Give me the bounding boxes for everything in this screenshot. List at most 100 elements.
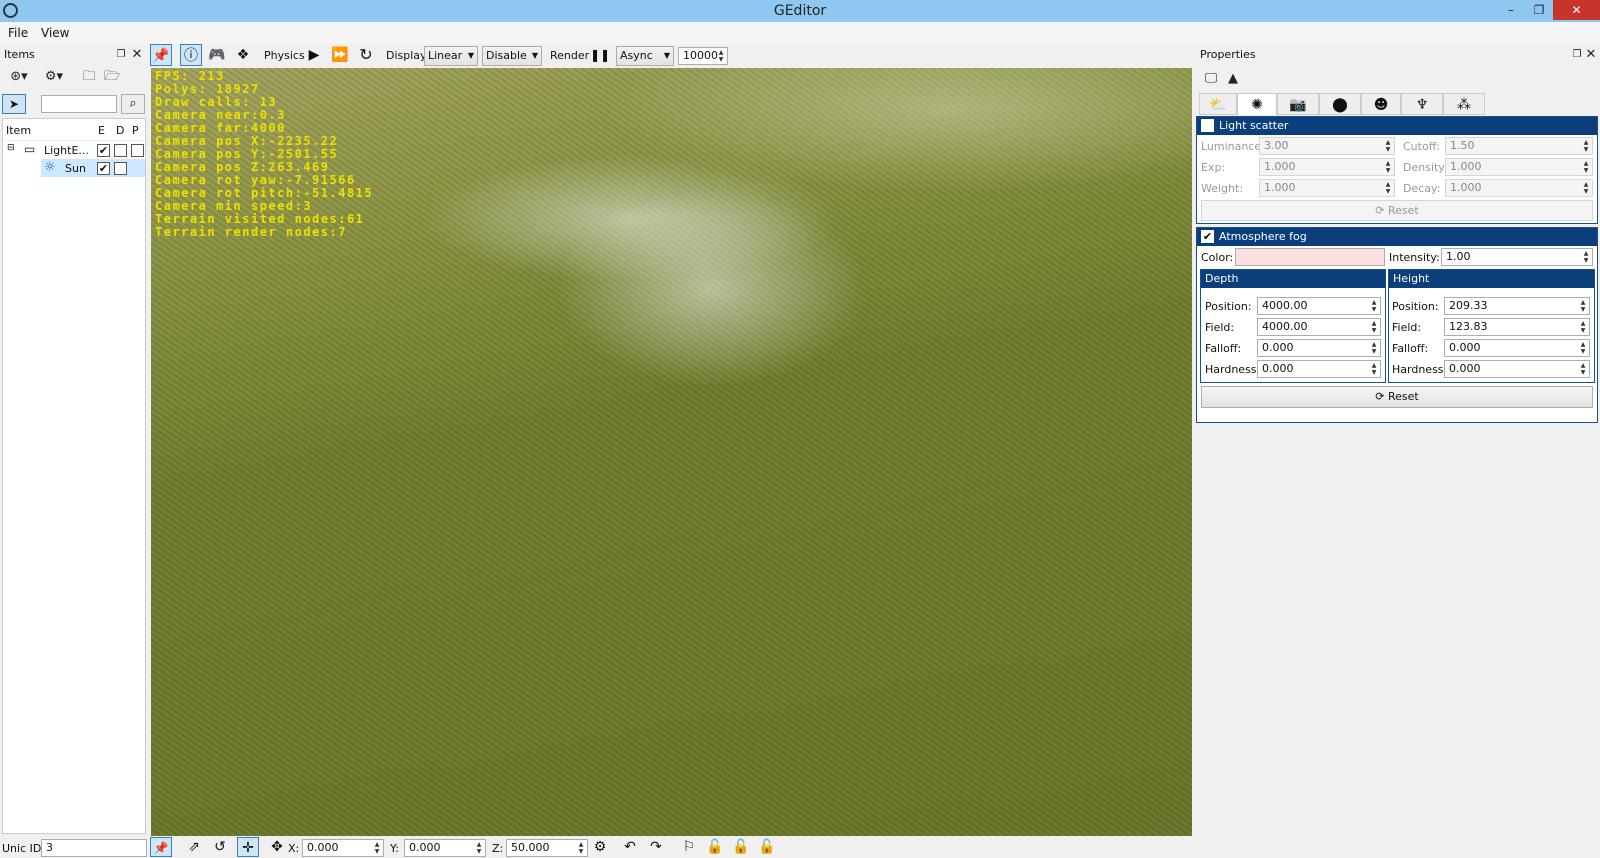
- density-input[interactable]: 1.000 ▲ ▼: [1445, 158, 1593, 176]
- spin-arrows-icon[interactable]: ▲ ▼: [1369, 320, 1379, 334]
- items-search-input[interactable]: [41, 95, 117, 113]
- tab-light-icon[interactable]: ✺: [1237, 93, 1277, 115]
- menu-file[interactable]: File: [8, 26, 28, 40]
- unic-id-input[interactable]: 3: [41, 839, 147, 857]
- light-scatter-checkbox[interactable]: [1201, 119, 1214, 132]
- depth-hardness-input[interactable]: 0.000 ▲ ▼: [1257, 360, 1381, 378]
- depth-position-input[interactable]: 4000.00 ▲ ▼: [1257, 297, 1381, 315]
- spin-arrows-icon[interactable]: ▲ ▼: [1581, 181, 1591, 195]
- tab-particles-icon[interactable]: ⁂: [1443, 93, 1485, 115]
- enabled-checkbox[interactable]: ✔: [97, 162, 110, 175]
- spin-arrows-icon[interactable]: ▲ ▼: [474, 841, 484, 855]
- d-checkbox[interactable]: [114, 162, 127, 175]
- intensity-input[interactable]: 1.00 ▲ ▼: [1441, 248, 1593, 266]
- x-input[interactable]: 0.000 ▲ ▼: [302, 839, 384, 857]
- tree-row[interactable]: ⊟ ▭ LightE... ✔: [3, 141, 145, 159]
- column-p[interactable]: P: [132, 124, 139, 137]
- y-input[interactable]: 0.000 ▲ ▼: [404, 839, 486, 857]
- async-select[interactable]: Async ▼: [616, 46, 674, 66]
- pause-icon[interactable]: ❚❚: [590, 44, 610, 66]
- spin-arrows-icon[interactable]: ▲ ▼: [1369, 341, 1379, 355]
- spin-arrows-icon[interactable]: ▲ ▼: [1581, 250, 1591, 264]
- scene-viewport[interactable]: FPS: 213 Polys: 18927 Draw calls: 13 Cam…: [151, 68, 1192, 836]
- d-checkbox[interactable]: [114, 144, 127, 157]
- column-d[interactable]: D: [116, 124, 124, 137]
- spin-arrows-icon[interactable]: ▲ ▼: [576, 841, 586, 855]
- spin-arrows-icon[interactable]: ▲ ▼: [1383, 139, 1393, 153]
- spin-arrows-icon[interactable]: ▲ ▼: [716, 49, 726, 63]
- float-icon[interactable]: ❐: [1570, 46, 1584, 64]
- height-hardness-input[interactable]: 0.000 ▲ ▼: [1444, 360, 1590, 378]
- add-object-icon[interactable]: ⊛▾: [4, 68, 34, 86]
- minimize-button[interactable]: –: [1497, 0, 1525, 20]
- lock-z-icon[interactable]: 🔓: [758, 837, 776, 857]
- z-input[interactable]: 50.000 ▲ ▼: [506, 839, 588, 857]
- spin-arrows-icon[interactable]: ▲ ▼: [1581, 139, 1591, 153]
- display-mode-select[interactable]: Linear ▼: [424, 46, 478, 66]
- depth-falloff-input[interactable]: 0.000 ▲ ▼: [1257, 339, 1381, 357]
- spin-arrows-icon[interactable]: ▲ ▼: [1383, 181, 1393, 195]
- external-link-icon[interactable]: ⇗: [184, 837, 204, 857]
- spin-arrows-icon[interactable]: ▲ ▼: [1369, 362, 1379, 376]
- restore-button[interactable]: ❐: [1525, 0, 1553, 20]
- move-gizmo-icon[interactable]: ✛: [237, 837, 259, 857]
- decay-input[interactable]: 1.000 ▲ ▼: [1445, 179, 1593, 197]
- gamepad-icon[interactable]: 🎮: [206, 44, 228, 66]
- spin-arrows-icon[interactable]: ▲ ▼: [1578, 362, 1588, 376]
- close-panel-icon[interactable]: ✕: [1584, 46, 1598, 64]
- new-folder-icon[interactable]: 🗁: [103, 68, 121, 86]
- redo-icon[interactable]: ↷: [646, 837, 666, 857]
- lock-x-icon[interactable]: 🔓: [706, 837, 724, 857]
- luminance-input[interactable]: 3.00 ▲ ▼: [1259, 137, 1395, 155]
- p-checkbox[interactable]: [131, 144, 144, 157]
- light-scatter-reset-button[interactable]: ⟳ Reset: [1201, 200, 1593, 221]
- tab-sky-icon[interactable]: ⛅: [1199, 93, 1237, 115]
- tree-row-selected[interactable]: ☼ Sun ✔: [41, 159, 145, 177]
- rotate-icon[interactable]: ↺: [210, 837, 230, 857]
- atmosphere-fog-checkbox[interactable]: ✔: [1201, 230, 1214, 243]
- dropbox-icon[interactable]: ❖: [232, 44, 254, 66]
- spin-arrows-icon[interactable]: ▲ ▼: [1578, 299, 1588, 313]
- info-icon[interactable]: ⓘ: [180, 44, 202, 66]
- select-tool-icon[interactable]: ➤: [2, 94, 26, 114]
- undo-icon[interactable]: ↶: [620, 837, 640, 857]
- spin-arrows-icon[interactable]: ▲ ▼: [1369, 299, 1379, 313]
- spin-arrows-icon[interactable]: ▲ ▼: [1578, 320, 1588, 334]
- depth-field-input[interactable]: 4000.00 ▲ ▼: [1257, 318, 1381, 336]
- open-folder-icon[interactable]: 🗀: [80, 68, 98, 86]
- search-icon[interactable]: ⌕: [121, 94, 145, 114]
- lock-y-icon[interactable]: 🔓: [732, 837, 750, 857]
- height-field-input[interactable]: 123.83 ▲ ▼: [1444, 318, 1590, 336]
- enabled-checkbox[interactable]: ✔: [97, 144, 110, 157]
- tab-mask-icon[interactable]: ☻: [1361, 93, 1401, 115]
- flag-icon[interactable]: ⚐: [680, 837, 698, 857]
- tab-camera-icon[interactable]: 📷: [1277, 93, 1319, 115]
- collapse-icon[interactable]: ⊟: [7, 143, 15, 153]
- settings-gear-icon[interactable]: ⚙: [591, 837, 609, 857]
- close-button[interactable]: ✕: [1553, 0, 1600, 20]
- cutoff-input[interactable]: 1.50 ▲ ▼: [1445, 137, 1593, 155]
- close-panel-icon[interactable]: ✕: [130, 46, 144, 64]
- play-icon[interactable]: ▶: [304, 44, 324, 66]
- tab-effects-icon[interactable]: ⬤: [1319, 93, 1361, 115]
- pin-icon[interactable]: 📌: [150, 837, 172, 857]
- fog-reset-button[interactable]: ⟳ Reset: [1201, 386, 1593, 408]
- spin-arrows-icon[interactable]: ▲ ▼: [372, 841, 382, 855]
- weight-input[interactable]: 1.000 ▲ ▼: [1259, 179, 1395, 197]
- column-e[interactable]: E: [98, 124, 105, 137]
- fast-forward-icon[interactable]: ⏩: [330, 44, 350, 66]
- pin-icon[interactable]: 📌: [150, 44, 172, 66]
- column-item[interactable]: Item: [6, 124, 31, 137]
- menu-view[interactable]: View: [41, 26, 69, 40]
- height-falloff-input[interactable]: 0.000 ▲ ▼: [1444, 339, 1590, 357]
- disable-select[interactable]: Disable ▼: [482, 46, 542, 66]
- fog-color-swatch[interactable]: [1235, 248, 1385, 266]
- render-limit-input[interactable]: 10000 ▲ ▼: [678, 47, 728, 65]
- spin-arrows-icon[interactable]: ▲ ▼: [1581, 160, 1591, 174]
- add-light-icon[interactable]: ⚙▾: [38, 68, 70, 86]
- height-position-input[interactable]: 209.33 ▲ ▼: [1444, 297, 1590, 315]
- exp-input[interactable]: 1.000 ▲ ▼: [1259, 158, 1395, 176]
- float-icon[interactable]: ❐: [114, 46, 128, 64]
- monitor-icon[interactable]: 🖵: [1202, 70, 1220, 88]
- reload-icon[interactable]: ↻: [356, 44, 376, 66]
